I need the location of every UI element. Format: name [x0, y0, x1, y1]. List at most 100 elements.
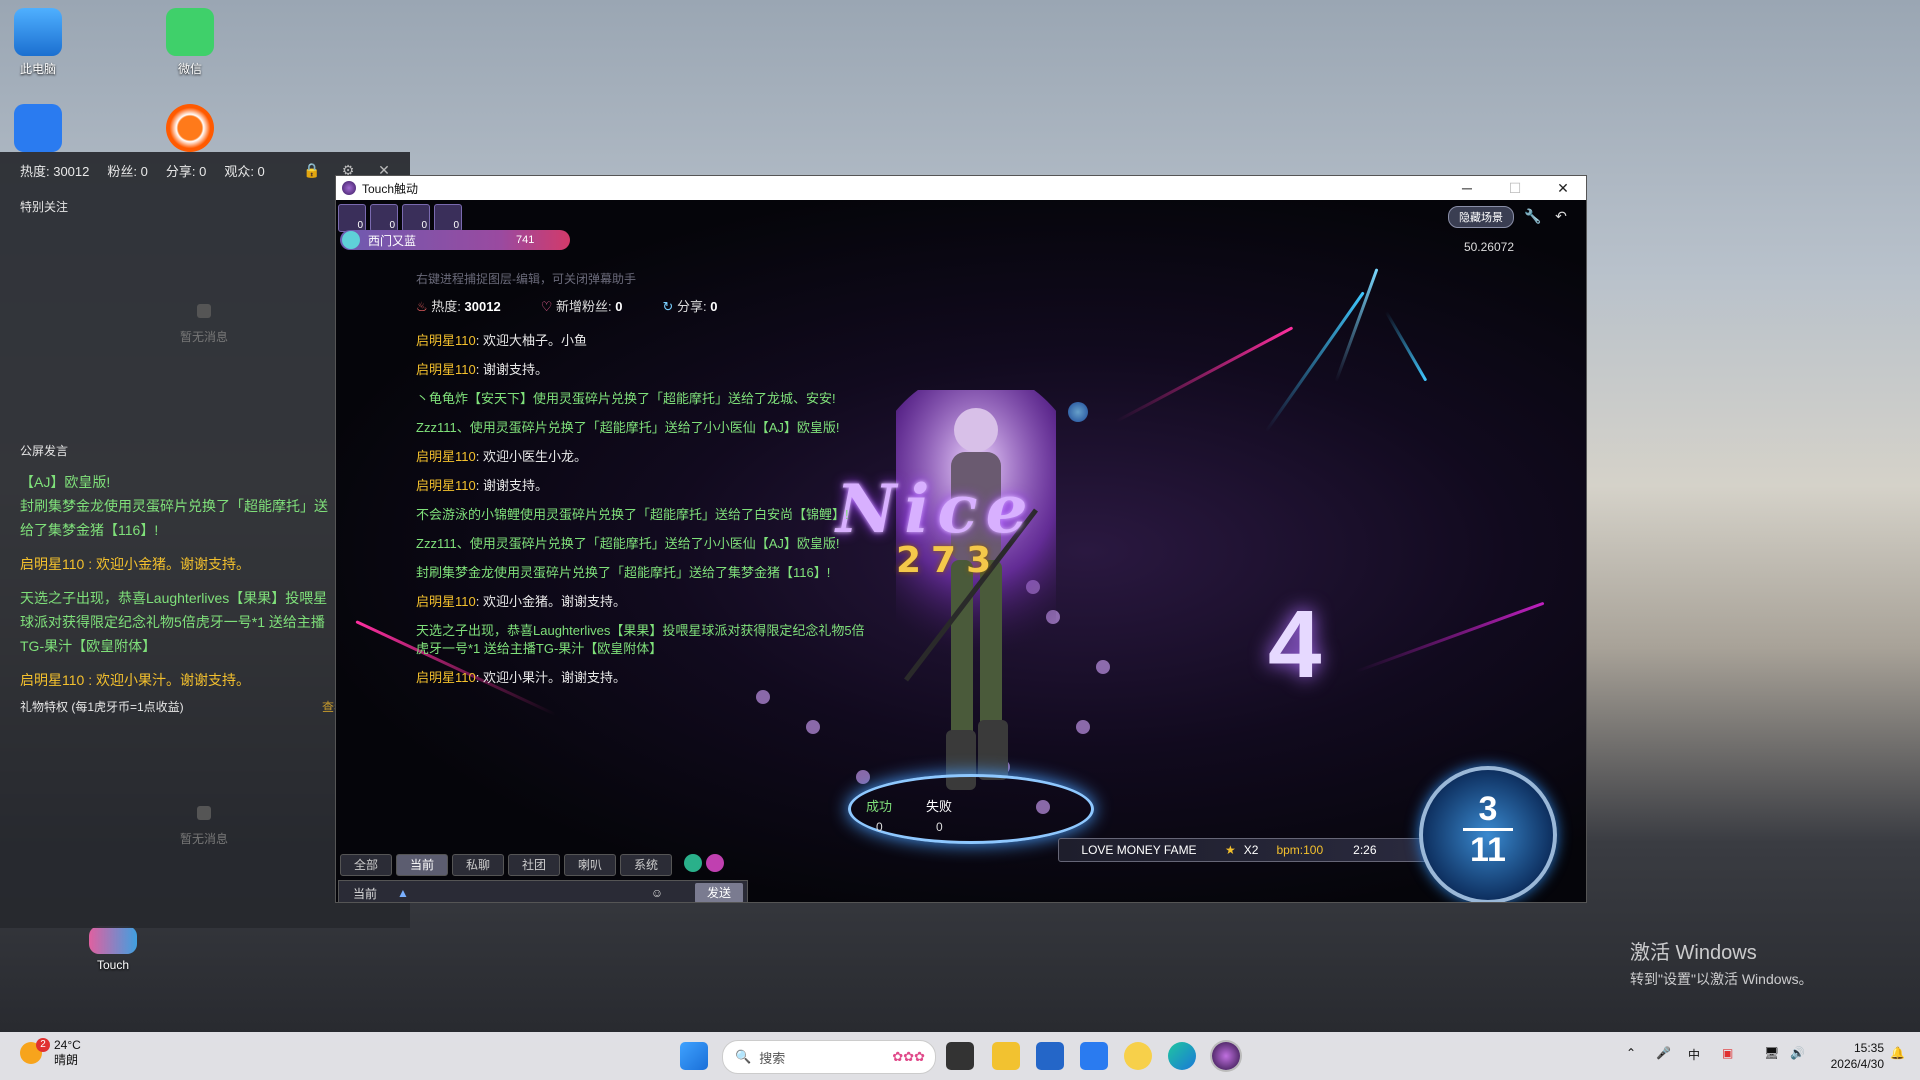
microphone-icon[interactable]: 🎤	[1656, 1046, 1671, 1060]
share-icon: ↻	[662, 299, 674, 314]
desktop-icon-app-m[interactable]	[0, 104, 78, 156]
player-level: 741	[516, 234, 535, 246]
overlay-hint: 右键进程捕捉图层-编辑，可关闭弹幕助手	[416, 272, 636, 286]
file-explorer-icon[interactable]	[992, 1042, 1020, 1070]
store-icon[interactable]	[1036, 1042, 1064, 1070]
special-follow-title: 特别关注	[20, 200, 69, 214]
emoji-icon[interactable]: ☺	[651, 886, 663, 900]
volume-icon[interactable]: 🔊	[1790, 1046, 1805, 1060]
player-info-bar: 西门又蓝 741	[340, 230, 570, 250]
chat-line: 启明星110: 欢迎小医生小龙。	[416, 449, 587, 464]
player-name: 西门又蓝	[368, 233, 417, 248]
empty-icon	[197, 304, 211, 318]
tab-current[interactable]: 当前	[396, 854, 448, 876]
dial-total: 11	[1470, 831, 1506, 869]
star-icon[interactable]: 0	[402, 204, 430, 232]
game-scene[interactable]: Nice 273 4 成功 失败 0 0 0 0 0 0 西门又蓝 741 右键…	[336, 200, 1586, 902]
dial-current: 3	[1478, 790, 1498, 828]
song-time: 2:26	[1353, 843, 1377, 857]
close-window-button[interactable]: ✕	[1540, 176, 1586, 200]
weather-widget[interactable]: 2 24°C 晴朗	[20, 1038, 81, 1068]
empty-state: 暂无消息	[154, 304, 254, 345]
desktop-icon-touch[interactable]: Touch	[73, 926, 153, 972]
app-m-taskbar-icon[interactable]	[1080, 1042, 1108, 1070]
tab-all[interactable]: 全部	[340, 854, 392, 876]
public-chat-message: 【AJ】欧皇版! 封刷集梦金龙使用灵蛋碎片兑换了「超能摩托」送给了集梦金猪【11…	[20, 474, 328, 538]
fans-stat: 粉丝: 0	[107, 163, 148, 179]
overlay-stats-row: ♨ 热度: 30012 ♡ 新增粉丝: 0 ↻ 分享: 0	[416, 296, 717, 315]
game-window: Touch触动 ─ ☐ ✕ Nice 273 4 成功 失败 0 0 0 0 0…	[336, 176, 1586, 902]
emoji-pink-icon[interactable]	[706, 854, 724, 872]
light-streak	[1355, 601, 1545, 673]
public-chat-message: 天选之子出现，恭喜Laughterlives【果果】投喂星球派对获得限定纪念礼物…	[20, 590, 328, 654]
chevron-up-icon[interactable]: ▲	[397, 886, 409, 900]
multiplier: X2	[1243, 843, 1259, 857]
hud-item-icon[interactable]: 0	[370, 204, 398, 232]
send-button[interactable]: 发送	[695, 883, 743, 902]
touch-game-icon	[89, 926, 137, 954]
emoji-app-icon[interactable]	[1124, 1042, 1152, 1070]
hide-scene-button[interactable]: 隐藏场景	[1448, 206, 1514, 228]
countdown-number: 4	[1268, 591, 1322, 698]
window-title: Touch触动	[362, 181, 419, 196]
chat-line: 启明星110: 欢迎小果汁。谢谢支持。	[416, 670, 626, 685]
gift-privilege-row: 礼物特权 (每1虎牙币=1点收益) 查看	[20, 698, 346, 715]
tulip-decoration-icon: ✿✿✿	[892, 1049, 925, 1064]
success-count: 0	[876, 820, 883, 834]
desktop-icon-wechat[interactable]: 微信	[150, 8, 230, 77]
activation-watermark: 激活 Windows 转到"设置"以激活 Windows。	[1630, 942, 1813, 987]
task-view-icon[interactable]	[946, 1042, 974, 1070]
globe-particle	[1068, 402, 1088, 422]
public-chat-message: 启明星110 : 欢迎小果汁。谢谢支持。	[20, 672, 250, 688]
chat-input[interactable]	[417, 884, 647, 902]
petal-particle	[1096, 660, 1110, 674]
taskbar-search[interactable]: 🔍 搜索 ✿✿✿	[722, 1040, 936, 1074]
fail-count: 0	[936, 820, 943, 834]
edge-browser-icon[interactable]	[1168, 1042, 1196, 1070]
bpm-value: bpm:100	[1276, 843, 1324, 857]
heart-icon: ♡	[540, 299, 553, 314]
desktop-icon-this-pc[interactable]: 此电脑	[0, 8, 78, 77]
hud-item-icon[interactable]: 0	[434, 204, 462, 232]
window-titlebar[interactable]: Touch触动 ─ ☐ ✕	[336, 176, 1586, 200]
emoji-green-icon[interactable]	[684, 854, 702, 872]
tab-system[interactable]: 系统	[620, 854, 672, 876]
wrench-icon[interactable]: 🔧	[1524, 208, 1542, 226]
maximize-button[interactable]: ☐	[1492, 176, 1538, 200]
undo-icon[interactable]: ↶	[1552, 208, 1570, 226]
record-icon	[166, 104, 214, 152]
heat-overlay: ♨ 热度: 30012	[416, 299, 501, 314]
petal-particle	[806, 720, 820, 734]
tab-private[interactable]: 私聊	[452, 854, 504, 876]
notification-icon[interactable]: 🔔	[1890, 1046, 1905, 1060]
desktop-icon-label: Touch	[96, 958, 130, 972]
public-chat-message: 启明星110 : 欢迎小金猪。谢谢支持。	[20, 556, 250, 572]
lock-icon[interactable]: 🔒	[302, 160, 322, 180]
tab-guild[interactable]: 社团	[508, 854, 560, 876]
chat-line: 封刷集梦金龙使用灵蛋碎片兑换了「超能摩托」送给了集梦金猪【116】!	[416, 565, 831, 580]
hud-item-icon[interactable]: 0	[338, 204, 366, 232]
song-title: LOVE MONEY FAME	[1081, 843, 1197, 857]
antivirus-icon[interactable]: ▣	[1722, 1046, 1733, 1060]
success-label: 成功	[866, 799, 893, 814]
desktop-icon-recorder[interactable]	[150, 104, 230, 156]
clock[interactable]: 15:35 2026/4/30	[1822, 1040, 1884, 1072]
tab-horn[interactable]: 喇叭	[564, 854, 616, 876]
weather-temp: 24°C	[54, 1038, 81, 1052]
minimize-button[interactable]: ─	[1444, 176, 1490, 200]
weather-icon: 2	[20, 1038, 50, 1064]
empty-icon	[197, 806, 211, 820]
overlay-chat-list: 启明星110: 欢迎大柚子。小鱼 启明星110: 谢谢支持。 丶龟龟炸【安天下】…	[416, 332, 896, 698]
light-streak	[1115, 326, 1294, 423]
tray-chevron-icon[interactable]: ⌃	[1626, 1046, 1636, 1060]
chat-tab-bar: 全部 当前 私聊 社团 喇叭 系统	[340, 854, 724, 876]
chat-line: 丶龟龟炸【安天下】使用灵蛋碎片兑换了「超能摩托」送给了龙城、安安!	[416, 391, 836, 406]
petal-particle	[856, 770, 870, 784]
channel-select[interactable]: 当前	[353, 885, 377, 902]
touch-taskbar-icon[interactable]	[1212, 1042, 1240, 1070]
public-chat-list: 【AJ】欧皇版! 封刷集梦金龙使用灵蛋碎片兑换了「超能摩托」送给了集梦金猪【11…	[20, 470, 338, 702]
network-icon[interactable]: 🖥	[1764, 1046, 1779, 1060]
hud-icon-row: 0 0 0 0	[338, 204, 462, 232]
windows-start-icon[interactable]	[680, 1042, 708, 1070]
input-method-icon[interactable]: 中	[1688, 1046, 1700, 1063]
